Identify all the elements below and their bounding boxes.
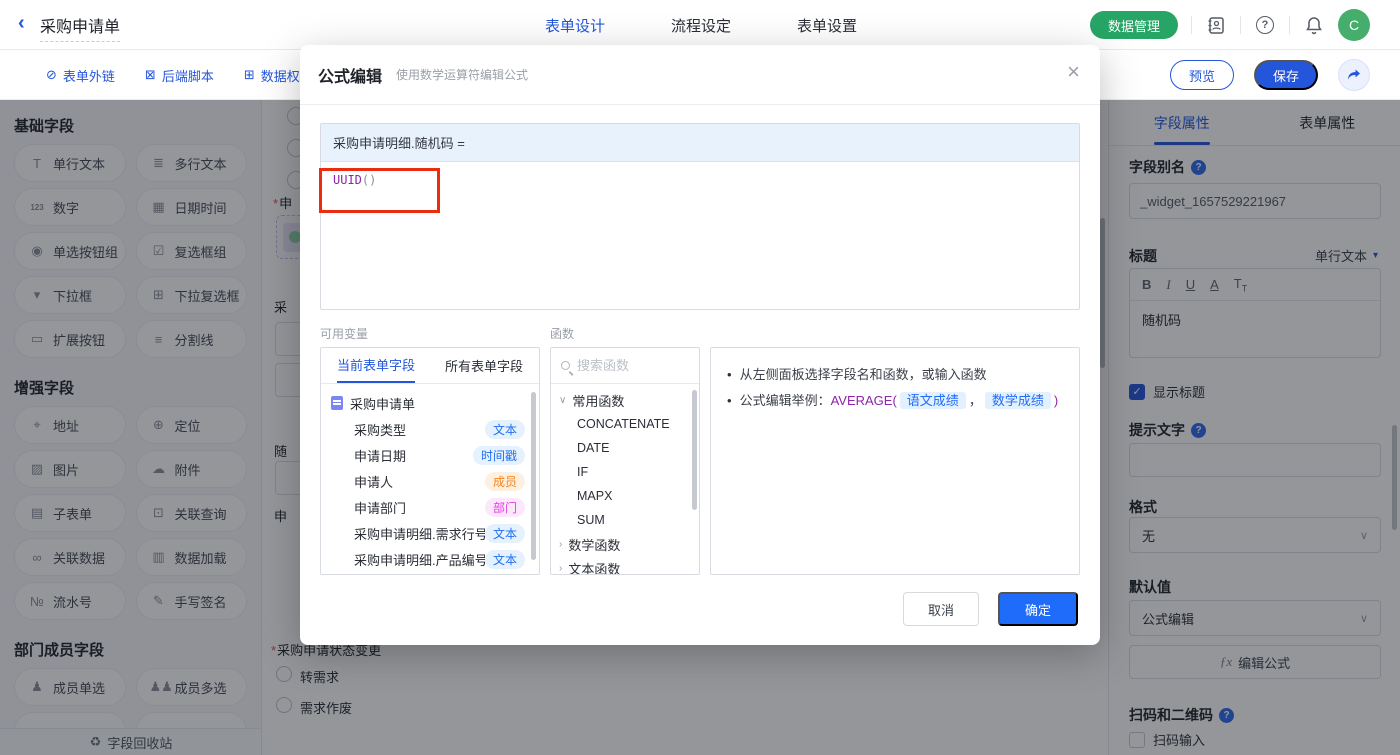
functions-section-label: 函数 [550, 327, 575, 341]
cancel-button[interactable]: 取消 [903, 592, 979, 626]
fn-group-common[interactable]: ∨ 常用函数 [551, 388, 699, 412]
variables-panel: 当前表单字段 所有表单字段 采购申请单 采购类型 文本 申请日期 时间戳 申请人 成员… [320, 347, 540, 575]
modal-header: 公式编辑 使用数学运算符编辑公式 [300, 45, 1100, 105]
tips-panel: • 从左侧面板选择字段名和函数，或输入函数 • 公式编辑举例：AVERAGE(语文成… [710, 347, 1080, 575]
variable-item[interactable]: 申请日期 时间戳 [321, 442, 539, 468]
fn-group-text[interactable]: › 文本函数 [551, 556, 699, 575]
confirm-button[interactable]: 确定 [998, 592, 1078, 626]
nav-right-cluster: 数据管理 ? C [1089, 0, 1370, 50]
tab-flow-settings[interactable]: 流程设定 [671, 15, 731, 36]
variable-item[interactable]: 采购申请明细.需求行号 文本 [321, 520, 539, 546]
tab-current-form-fields[interactable]: 当前表单字段 [337, 348, 416, 383]
variable-item[interactable]: 申请部门 部门 [321, 494, 539, 520]
divider [1289, 16, 1290, 34]
variables-scrollbar[interactable] [531, 392, 536, 560]
link-icon: ⊘ [46, 67, 57, 82]
divider [1240, 16, 1241, 34]
data-manage-button[interactable]: 数据管理 [1089, 11, 1178, 39]
type-badge: 文本 [484, 549, 525, 569]
formula-target: 采购申请明细.随机码 = [321, 124, 1079, 162]
example-field-chip: 语文成绩 [899, 392, 966, 409]
help-icon[interactable]: ? [1254, 14, 1276, 36]
nav-tabs: 表单设计 流程设定 表单设置 [545, 0, 857, 50]
type-badge: 文本 [484, 419, 525, 439]
tab-all-form-fields[interactable]: 所有表单字段 [445, 348, 523, 383]
fn-item[interactable]: IF [551, 460, 699, 484]
formula-editor: 采购申请明细.随机码 = UUID() [320, 123, 1080, 310]
modal-title: 公式编辑 [318, 68, 383, 86]
preview-button[interactable]: 预览 [1170, 60, 1234, 90]
fn-item[interactable]: DATE [551, 436, 699, 460]
fn-item[interactable]: CONCATENATE [551, 412, 699, 436]
tip-example-line: • 公式编辑举例：AVERAGE(语文成绩，数学成绩) [727, 388, 1063, 414]
annotation-highlight-box [319, 168, 440, 213]
script-icon: ⊠ [144, 67, 156, 82]
chevron-down-icon: ∨ [559, 394, 567, 406]
form-title[interactable]: 采购申请单 [40, 13, 121, 42]
variables-tabs: 当前表单字段 所有表单字段 [321, 348, 539, 384]
avatar[interactable]: C [1338, 9, 1370, 41]
formula-edit-modal: 公式编辑 使用数学运算符编辑公式 × 采购申请明细.随机码 = UUID() 可… [300, 45, 1100, 645]
fn-item[interactable]: SUM [551, 508, 699, 532]
chevron-right-icon: › [559, 538, 563, 550]
modal-subtitle: 使用数学运算符编辑公式 [396, 68, 529, 82]
tab-form-settings[interactable]: 表单设置 [797, 15, 857, 36]
top-nav: ‹ 采购申请单 表单设计 流程设定 表单设置 数据管理 ? C [0, 0, 1400, 50]
variables-section-label: 可用变量 [320, 327, 369, 341]
save-button[interactable]: 保存 [1254, 60, 1318, 90]
example-function: AVERAGE( [830, 393, 897, 408]
app-screen: ‹ 采购申请单 表单设计 流程设定 表单设置 数据管理 ? C ⊘ 表单外链 ⊠ 后… [0, 0, 1400, 755]
bullet: • [727, 393, 732, 408]
tip-line: • 从左侧面板选择字段名和函数，或输入函数 [727, 362, 1063, 388]
function-search [551, 348, 699, 384]
form-doc-icon [331, 396, 343, 410]
close-icon[interactable]: × [1067, 61, 1080, 83]
data-permission-icon: ⊞ [243, 67, 255, 82]
tab-form-design[interactable]: 表单设计 [545, 15, 605, 36]
notification-bell-icon[interactable] [1303, 14, 1325, 36]
example-field-chip: 数学成绩 [984, 392, 1051, 409]
bullet: • [727, 367, 732, 382]
variable-item[interactable]: 申请人 成员 [321, 468, 539, 494]
variable-item[interactable]: 采购申请明细.产品编号 文本 [321, 546, 539, 572]
toolbar-links: ⊘ 表单外链 ⊠ 后端脚本 ⊞ 数据权限 [46, 50, 313, 100]
fn-item[interactable]: MAPX [551, 484, 699, 508]
variable-item[interactable]: 采购类型 文本 [321, 416, 539, 442]
type-badge: 文本 [484, 523, 525, 543]
chevron-right-icon: › [559, 562, 563, 574]
contacts-icon[interactable] [1205, 14, 1227, 36]
type-badge: 时间戳 [472, 445, 525, 465]
function-list: ∨ 常用函数 CONCATENATE DATE IF MAPX SUM › 数学函数… [551, 384, 699, 575]
variables-tree: 采购申请单 采购类型 文本 申请日期 时间戳 申请人 成员 申请部门 部门 采购申请明细… [321, 384, 539, 572]
search-icon [561, 361, 570, 370]
type-badge: 成员 [484, 471, 525, 491]
tree-root-form[interactable]: 采购申请单 [321, 390, 539, 416]
toolbar-actions: 预览 保存 [1170, 50, 1370, 100]
back-icon[interactable]: ‹ [18, 12, 25, 35]
form-external-link[interactable]: ⊘ 表单外链 [46, 66, 115, 85]
backend-script-link[interactable]: ⊠ 后端脚本 [145, 66, 214, 85]
functions-panel: ∨常用函数 CONCATENATE DATE IF MAPX SUM ›数学函数… [550, 347, 700, 575]
function-search-input[interactable] [577, 358, 677, 373]
divider [1191, 16, 1192, 34]
fn-group-math[interactable]: › 数学函数 [551, 532, 699, 556]
type-badge: 部门 [484, 497, 525, 517]
share-icon[interactable] [1338, 59, 1370, 91]
functions-scrollbar[interactable] [692, 390, 697, 510]
